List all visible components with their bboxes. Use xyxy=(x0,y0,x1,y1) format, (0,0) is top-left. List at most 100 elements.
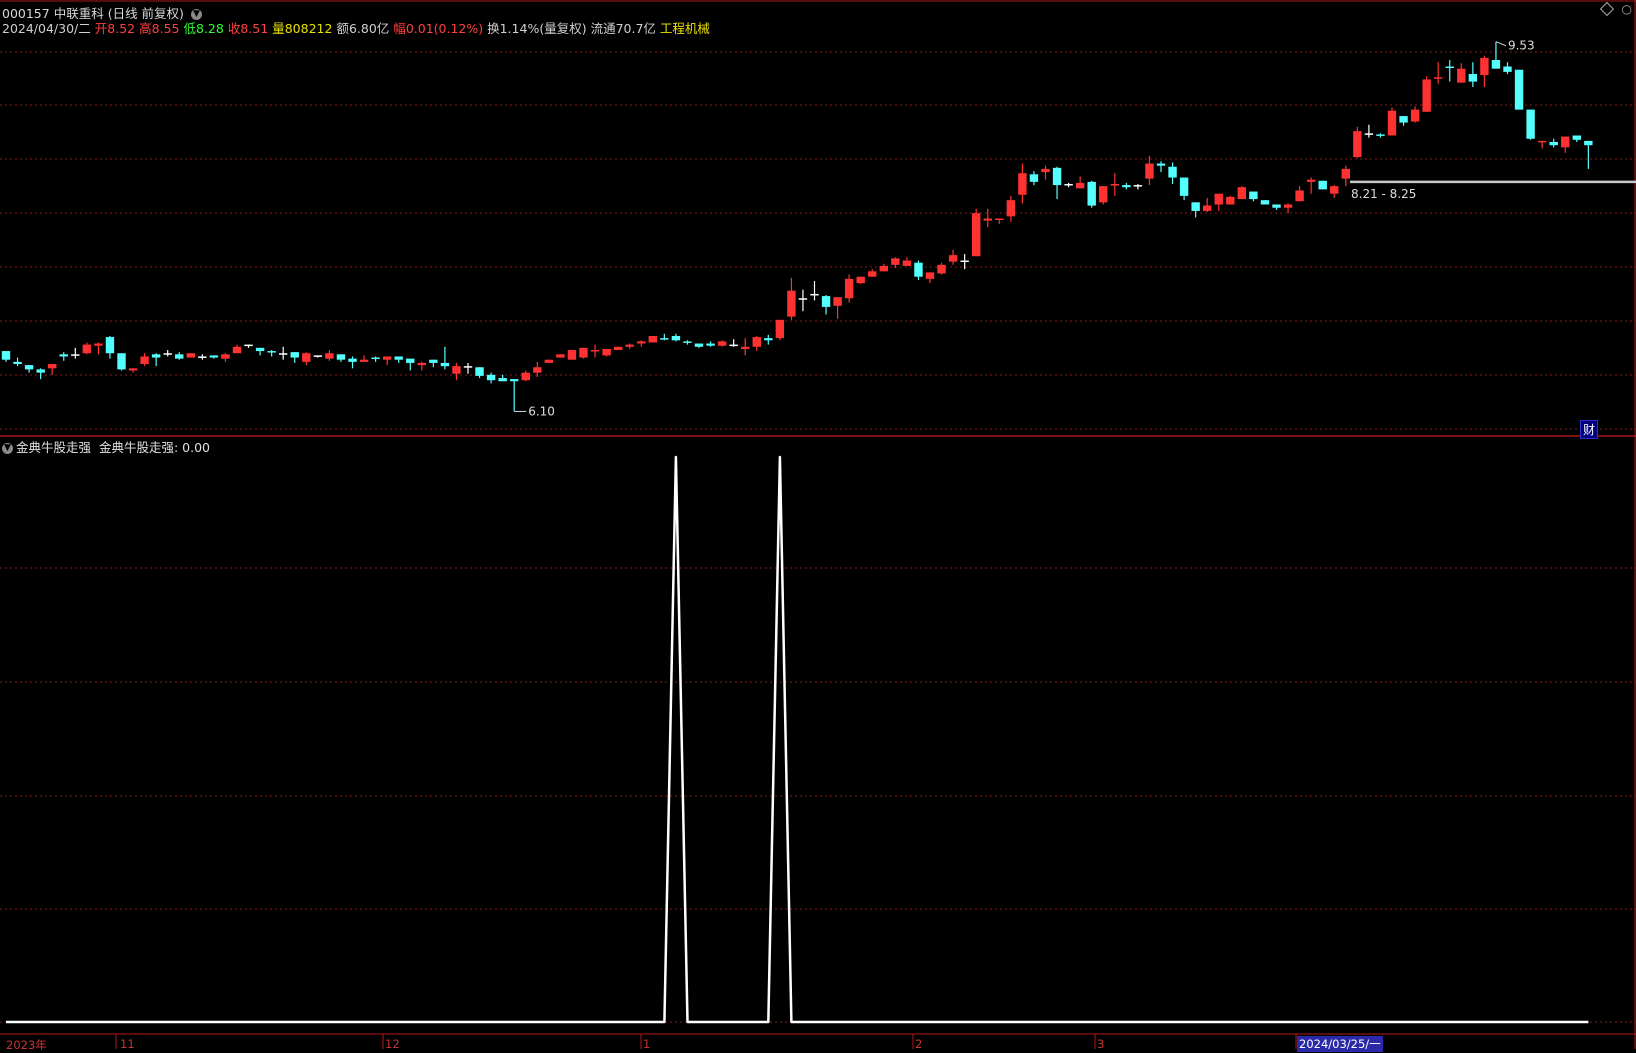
candle-body xyxy=(752,337,761,347)
candle-body xyxy=(521,372,530,381)
candle-body xyxy=(625,344,634,347)
candle-body xyxy=(891,258,900,265)
candle-body xyxy=(1457,68,1466,83)
candle-body xyxy=(694,343,704,347)
amount-label: 额 xyxy=(336,21,349,36)
candle-body xyxy=(382,356,392,360)
turnover-value: 换1.14%(量复权) xyxy=(487,21,587,36)
sector-link[interactable]: 工程机械 xyxy=(660,21,710,36)
amount-value: 6.80亿 xyxy=(348,21,390,36)
candle-body xyxy=(637,341,646,344)
candle-body xyxy=(175,354,184,359)
candle-body xyxy=(1295,190,1304,202)
candle-body xyxy=(1110,184,1119,186)
candle-body xyxy=(209,355,219,358)
candle-body xyxy=(1249,191,1258,200)
candle-body xyxy=(302,353,311,362)
open-label: 开 xyxy=(94,21,108,36)
candle-body xyxy=(1064,184,1073,186)
high-value: 8.55 xyxy=(151,21,180,36)
finance-button[interactable]: 财 xyxy=(1579,420,1598,439)
candle-body xyxy=(902,260,912,266)
candle-body xyxy=(325,353,334,359)
indicator-line-label: 金典牛股走强 xyxy=(98,440,174,455)
candle-body xyxy=(1006,200,1016,217)
candle-body xyxy=(821,296,831,307)
candle-body xyxy=(1237,187,1247,200)
candle-body xyxy=(1029,174,1039,182)
candle-body xyxy=(960,260,969,263)
change-value: 0.01(0.12%) xyxy=(405,21,484,36)
candle-body xyxy=(1491,60,1501,69)
candle-body xyxy=(1099,186,1108,203)
min-price-label: 6.10 xyxy=(528,404,555,418)
restore-icon[interactable]: ○ xyxy=(1622,2,1632,16)
panel-frame xyxy=(0,0,1636,1049)
candle-body xyxy=(151,354,161,358)
low-label: 低 xyxy=(183,21,196,36)
candle-body xyxy=(1226,196,1235,205)
candle-body xyxy=(1387,110,1397,136)
candle-body xyxy=(937,264,946,274)
indicator-title: ▼ 金典牛股走强 金典牛股走强: 0.00 xyxy=(2,437,210,456)
candle-body xyxy=(36,369,45,373)
high-label: 高 xyxy=(139,21,152,36)
candle-body xyxy=(244,344,253,347)
candle-body xyxy=(648,335,657,343)
candle-body xyxy=(1341,168,1350,179)
candle-body xyxy=(1572,135,1581,140)
indicator-line xyxy=(6,455,1589,1024)
candle-body xyxy=(764,338,773,341)
close-label: 收 xyxy=(227,21,241,36)
candle-body xyxy=(602,348,611,356)
candle-body xyxy=(1145,163,1154,179)
candle-body xyxy=(729,344,738,347)
candle-body xyxy=(371,357,380,360)
candle-body xyxy=(556,354,565,358)
price-annotations: 9.53 6.10 8.21 - 8.25 xyxy=(514,39,1636,418)
candle-body xyxy=(348,358,357,362)
candle-body xyxy=(163,353,172,355)
candle-body xyxy=(1376,134,1385,136)
candle-body xyxy=(48,364,57,369)
candle-body xyxy=(798,298,808,300)
candle-body xyxy=(972,213,981,257)
candle-body xyxy=(232,346,242,354)
candle-body xyxy=(844,278,854,299)
candle-body xyxy=(706,343,715,346)
candle-body xyxy=(879,265,888,272)
candle-body xyxy=(1410,109,1420,122)
candle-body xyxy=(452,366,461,374)
candle-body xyxy=(1584,140,1593,146)
open-value: 8.52 xyxy=(107,21,136,36)
candle-body xyxy=(313,355,323,357)
chart-canvas: 9.53 6.10 8.21 - 8.25 xyxy=(0,0,1636,1049)
indicator-name[interactable]: 金典牛股走强 xyxy=(16,440,91,455)
candle-body xyxy=(1537,140,1547,143)
candle-body xyxy=(914,262,923,277)
candle-body xyxy=(498,378,507,382)
candle-body xyxy=(983,218,992,221)
candle-body xyxy=(741,346,750,349)
candle-body xyxy=(359,359,369,362)
candle-body xyxy=(856,276,865,284)
candle-body xyxy=(683,341,692,343)
candle-body xyxy=(1422,79,1431,112)
candle-body xyxy=(486,374,496,381)
candle-body xyxy=(1445,66,1454,69)
candle-body xyxy=(1549,141,1558,146)
volume-label: 量 xyxy=(272,21,285,36)
candle-body xyxy=(1260,200,1270,205)
candle-body xyxy=(1122,185,1131,188)
close-value: 8.51 xyxy=(240,21,269,36)
candle-body xyxy=(948,255,958,262)
candle-body xyxy=(613,346,623,350)
candle-body xyxy=(1156,163,1166,166)
candle-body xyxy=(1434,77,1443,79)
indicator-dropdown-icon[interactable]: ▼ xyxy=(2,443,13,454)
candle-body xyxy=(995,218,1004,220)
candle-body xyxy=(717,341,727,346)
candle-body xyxy=(279,353,288,355)
candle-body xyxy=(1330,186,1339,194)
candle-body xyxy=(463,366,473,368)
